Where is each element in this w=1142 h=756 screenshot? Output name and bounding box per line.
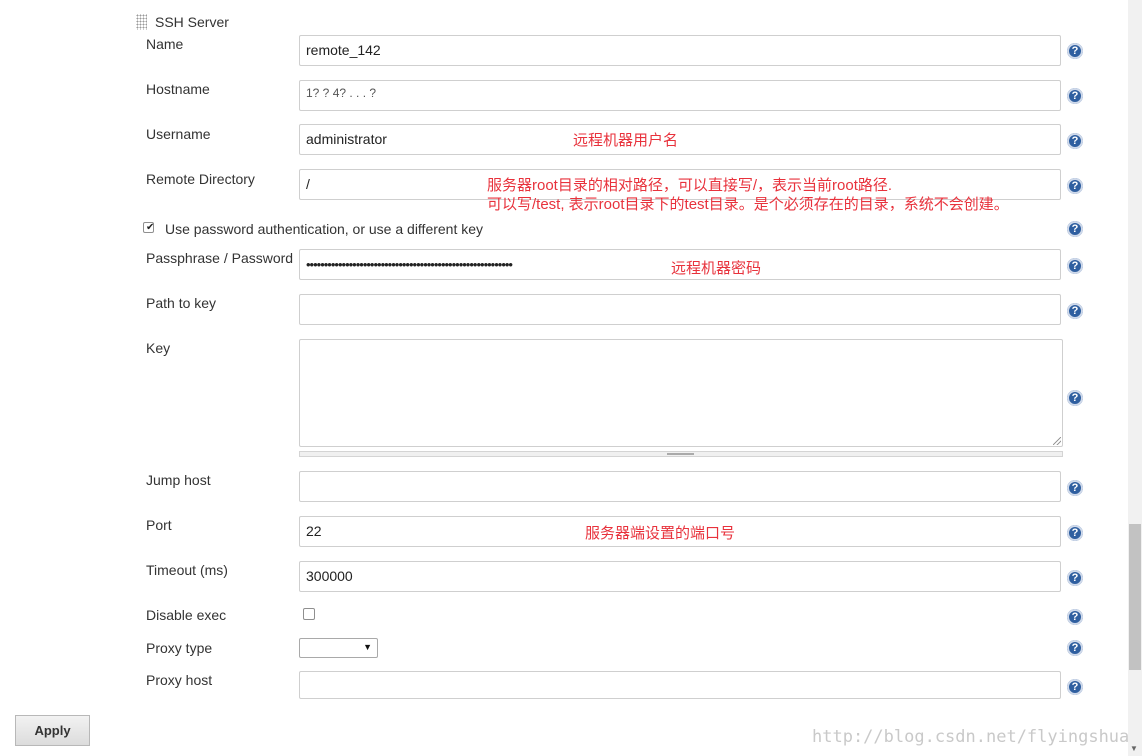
hostname-label: Hostname [146,81,210,97]
apply-button[interactable]: Apply [15,715,90,746]
scroll-down-arrow-icon[interactable]: ▼ [1130,744,1138,753]
help-icon[interactable]: ? [1067,133,1083,149]
proxy-host-input[interactable] [299,671,1061,699]
use-password-checkbox[interactable]: ✔ [143,222,154,233]
watermark: http://blog.csdn.net/flyingshuai [812,727,1140,747]
scrollbar-thumb[interactable] [1129,524,1141,670]
help-icon[interactable]: ? [1067,88,1083,104]
timeout-label: Timeout (ms) [146,562,228,578]
port-label: Port [146,517,172,533]
disable-exec-checkbox[interactable] [303,608,315,620]
remote-directory-label: Remote Directory [146,171,255,187]
username-annotation: 远程机器用户名 [573,132,679,149]
port-annotation: 服务器端设置的端口号 [585,525,736,542]
help-icon[interactable]: ? [1067,609,1083,625]
drag-handle-icon[interactable] [136,14,147,30]
help-icon[interactable]: ? [1067,390,1083,406]
path-to-key-label: Path to key [146,295,217,311]
dropdown-arrow-icon: ▼ [363,642,372,652]
remote-directory-annotation-line2: 可以写/test, 表示root目录下的test目录。是个必须存在的目录，系统不… [487,196,1009,213]
help-icon[interactable]: ? [1067,303,1083,319]
path-to-key-input[interactable] [299,294,1061,325]
jump-host-input[interactable] [299,471,1061,502]
proxy-type-label: Proxy type [146,640,213,656]
password-annotation: 远程机器密码 [671,260,762,277]
help-icon[interactable]: ? [1067,43,1083,59]
help-icon[interactable]: ? [1067,640,1083,656]
help-icon[interactable]: ? [1067,258,1083,274]
disable-exec-label: Disable exec [146,607,227,623]
hostname-input[interactable]: 1? ? 4? . . . ? [299,80,1061,111]
proxy-host-label: Proxy host [146,672,213,688]
section-title: SSH Server [155,14,229,30]
name-label: Name [146,36,184,52]
username-input[interactable]: administrator [299,124,1061,155]
username-label: Username [146,126,211,142]
passphrase-label: Passphrase / Password [146,250,294,266]
help-icon[interactable]: ? [1067,525,1083,541]
proxy-type-select[interactable]: ▼ [299,638,378,658]
textarea-resize-bar[interactable] [299,451,1063,457]
help-icon[interactable]: ? [1067,679,1083,695]
name-input[interactable]: remote_142 [299,35,1061,66]
help-icon[interactable]: ? [1067,480,1083,496]
help-icon[interactable]: ? [1067,221,1083,237]
key-textarea[interactable] [299,339,1063,447]
checkmark-icon: ✔ [146,222,155,233]
section-header: SSH Server [136,13,229,31]
key-label: Key [146,340,171,356]
timeout-input[interactable]: 300000 [299,561,1061,592]
jump-host-label: Jump host [146,472,211,488]
help-icon[interactable]: ? [1067,178,1083,194]
resize-corner-icon[interactable] [1053,437,1061,445]
help-icon[interactable]: ? [1067,570,1083,586]
resize-grip-icon[interactable] [667,453,694,455]
use-password-label: Use password authentication, or use a di… [165,221,484,237]
remote-directory-annotation-line1: 服务器root目录的相对路径，可以直接写/，表示当前root路径. [487,177,893,194]
